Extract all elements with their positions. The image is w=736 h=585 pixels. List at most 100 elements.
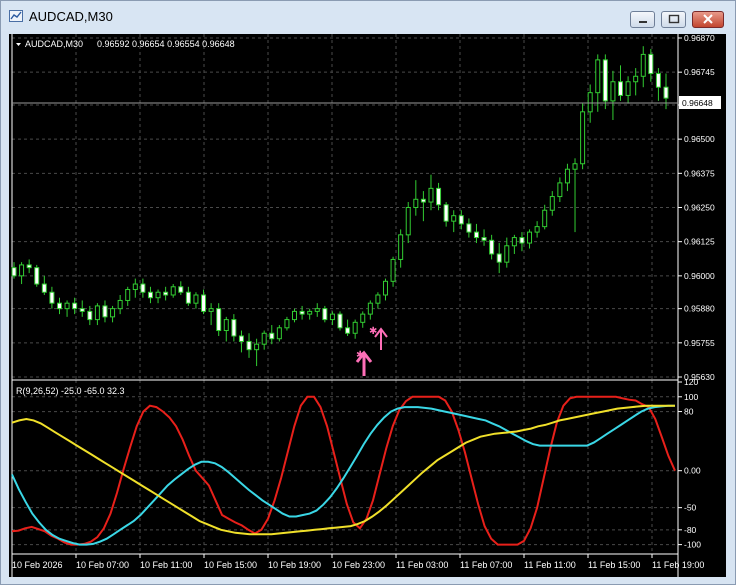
candle-body-bull — [511, 237, 517, 247]
candle-body-bear — [519, 237, 525, 244]
candle — [618, 65, 624, 101]
candle-body-bear — [140, 283, 146, 293]
candle — [557, 177, 563, 203]
candle-body-bull — [292, 310, 298, 321]
time-tick-label: 11 Feb 15:00 — [588, 560, 640, 570]
chart-window-icon — [9, 10, 23, 22]
candle-body-bull — [428, 187, 434, 203]
candle-body-bear — [102, 305, 108, 318]
candle-body-bull — [125, 289, 131, 301]
candle-body-bull — [640, 53, 646, 77]
candle-body-bear — [473, 231, 479, 239]
chart-area[interactable]: AUDCAD,M30 0.96592 0.96654 0.96554 0.966… — [9, 34, 726, 577]
candle-body-bear — [87, 310, 93, 321]
candle — [481, 229, 487, 246]
candle — [155, 289, 161, 304]
candle — [276, 325, 282, 342]
candle — [64, 300, 70, 317]
time-tick-label: 10 Feb 11:00 — [140, 560, 192, 570]
candle-body-bull — [375, 294, 381, 304]
time-tick-label: 10 Feb 07:00 — [76, 560, 129, 570]
close-button[interactable] — [692, 11, 724, 28]
candle-body-bear — [466, 223, 472, 233]
time-tick-label: 11 Feb 19:00 — [652, 560, 704, 570]
candle-body-bear — [345, 327, 351, 334]
candle-body-bear — [11, 267, 17, 277]
indicator-tick-label: -100 — [684, 540, 701, 550]
price-tick-label: 0.96125 — [684, 237, 715, 247]
candle — [56, 297, 62, 315]
candle — [269, 325, 275, 345]
candle-body-bull — [254, 343, 260, 351]
candle-body-bull — [572, 163, 578, 170]
candle — [307, 308, 313, 320]
candle-body-bull — [19, 264, 25, 277]
candle — [216, 303, 222, 336]
candle-body-bear — [231, 319, 237, 337]
minimize-button[interactable] — [630, 11, 655, 28]
indicator-tick-label: 0.00 — [684, 466, 701, 476]
candle-body-bear — [49, 291, 55, 304]
candle — [640, 46, 646, 88]
candle — [102, 300, 108, 323]
minimize-icon — [639, 21, 647, 23]
time-tick-label: 11 Feb 03:00 — [396, 560, 448, 570]
candle — [625, 76, 631, 104]
candle — [170, 284, 176, 298]
candle — [580, 103, 586, 170]
candle — [117, 294, 123, 315]
candle-body-bear — [178, 286, 184, 293]
candle-body-bear — [147, 291, 153, 299]
candle — [208, 303, 214, 326]
candle — [329, 311, 335, 326]
candle — [231, 314, 237, 342]
candle-body-bull — [390, 258, 396, 282]
candle-body-bear — [458, 215, 464, 225]
indicator-tick-label: 100 — [684, 392, 698, 402]
candle-body-bear — [443, 204, 449, 222]
candle-body-bull — [625, 81, 631, 96]
candle-body-bear — [481, 237, 487, 241]
candle-body-bull — [534, 226, 540, 233]
candle — [201, 289, 207, 315]
candle — [473, 223, 479, 244]
candle-body-bull — [64, 302, 70, 310]
candle-body-bull — [94, 305, 100, 321]
candle — [178, 281, 184, 295]
candle — [549, 191, 555, 216]
candle — [193, 292, 199, 309]
maximize-button[interactable] — [661, 11, 686, 28]
time-scale: 10 Feb 2026 10 Feb 07:00 10 Feb 11:00 10 Fe… — [11, 554, 704, 570]
candle — [322, 305, 328, 323]
candle — [345, 319, 351, 336]
candle-body-bull — [557, 182, 563, 198]
candle — [398, 229, 404, 268]
title-bar[interactable]: AUDCAD,M30 — [1, 1, 735, 31]
terminal-window: AUDCAD,M30 AUDCAD,M30 0.96592 0.96654 0.… — [0, 0, 736, 585]
candle-body-bear — [602, 59, 608, 102]
candle-body-bear — [216, 308, 222, 332]
price-chart[interactable]: AUDCAD,M30 0.96592 0.96654 0.96554 0.966… — [9, 34, 726, 577]
candle — [360, 311, 366, 328]
candle — [527, 229, 533, 249]
candle-body-bull — [117, 299, 123, 310]
candle-body-bear — [618, 81, 624, 96]
candle-body-bear — [56, 302, 62, 310]
ohlc-label: 0.96592 0.96654 0.96554 0.96648 — [97, 39, 235, 49]
price-tick-label: 0.96000 — [684, 271, 715, 281]
time-tick-label: 10 Feb 19:00 — [268, 560, 321, 570]
cyan-series-line — [11, 404, 675, 546]
candle-body-bull — [549, 196, 555, 211]
candle — [572, 158, 578, 233]
candle — [655, 68, 661, 101]
candle — [405, 202, 411, 244]
candle-body-bull — [564, 168, 570, 184]
symbol-dropdown-icon[interactable] — [16, 43, 21, 46]
time-tick-label: 11 Feb 07:00 — [460, 560, 512, 570]
candle-body-bear — [648, 53, 654, 75]
candle — [451, 210, 457, 233]
candle-body-bull — [314, 308, 320, 312]
candle-body-bear — [496, 253, 502, 263]
candle-body-bull — [132, 283, 138, 291]
candle — [49, 286, 55, 309]
